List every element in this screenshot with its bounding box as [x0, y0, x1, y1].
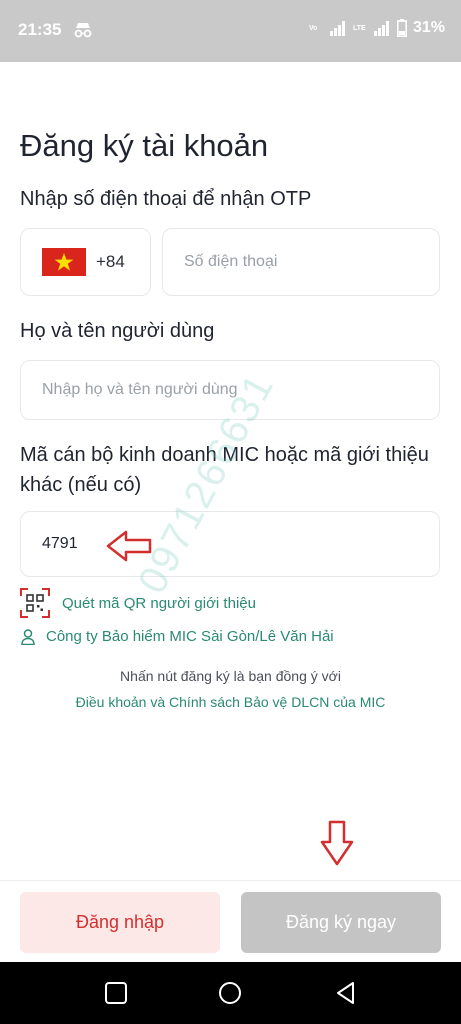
signal-icon-1 [329, 21, 345, 36]
user-icon [21, 628, 35, 645]
referral-input[interactable] [21, 512, 439, 576]
status-icons: Vo LTE 31% [309, 19, 445, 37]
back-icon[interactable] [333, 980, 359, 1006]
register-button[interactable]: Đăng ký ngay [241, 892, 441, 953]
phone-field[interactable] [162, 228, 440, 296]
terms-link[interactable]: Điều khoản và Chính sách Bảo vệ DLCN của… [0, 694, 461, 710]
phone-input[interactable] [163, 229, 439, 295]
navigation-bar [0, 962, 461, 1024]
login-button[interactable]: Đăng nhập [20, 892, 220, 953]
bottom-action-bar: Đăng nhập Đăng ký ngay [0, 880, 461, 962]
scan-qr-label: Quét mã QR người giới thiệu [62, 594, 256, 612]
referral-field[interactable] [20, 511, 440, 577]
country-code-selector[interactable]: +84 [20, 228, 151, 296]
status-bar: 21:35 Vo LTE 31% [0, 0, 461, 62]
name-input[interactable] [21, 361, 439, 419]
battery-percent: 31% [412, 19, 445, 36]
company-label: Công ty Bảo hiểm MIC Sài Gòn/Lê Văn Hải [46, 628, 334, 645]
recent-apps-icon[interactable] [103, 980, 129, 1006]
page-title: Đăng ký tài khoản [20, 128, 269, 163]
annotation-arrow-down-icon [320, 820, 354, 866]
referral-label: Mã cán bộ kinh doanh MIC hoặc mã giới th… [20, 444, 429, 496]
terms-text: Nhấn nút đăng ký là bạn đồng ý với [120, 668, 341, 684]
volte-indicator: Vo [308, 24, 318, 32]
battery-icon [396, 19, 407, 37]
qr-code-icon [20, 588, 50, 618]
name-field[interactable] [20, 360, 440, 420]
incognito-icon [74, 23, 92, 38]
lte-indicator: LTE [352, 24, 366, 32]
company-link[interactable]: Công ty Bảo hiểm MIC Sài Gòn/Lê Văn Hải [20, 628, 334, 645]
vietnam-flag-icon [42, 248, 86, 276]
scan-qr-link[interactable]: Quét mã QR người giới thiệu [20, 588, 256, 618]
phone-label: Nhập số điện thoại để nhận OTP [20, 188, 312, 210]
status-time: 21:35 [18, 20, 62, 39]
country-code: +84 [96, 252, 125, 271]
signal-icon-2 [373, 21, 389, 36]
annotation-arrow-left-icon [106, 530, 152, 562]
home-icon[interactable] [217, 980, 243, 1006]
name-label: Họ và tên người dùng [20, 320, 215, 342]
